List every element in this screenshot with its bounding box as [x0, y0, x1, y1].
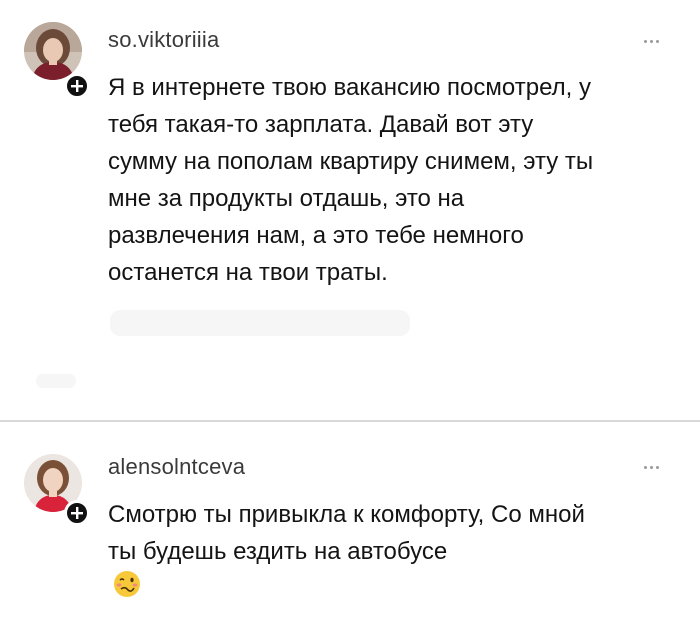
more-dot	[650, 40, 653, 43]
plus-icon	[71, 80, 83, 92]
divider	[0, 420, 700, 422]
avatar[interactable]	[24, 22, 82, 80]
blurred-area	[36, 374, 76, 388]
plus-icon	[71, 507, 83, 519]
comment-text: Смотрю ты привыкла к комфорту, Со мной т…	[108, 501, 585, 565]
more-options-button[interactable]	[644, 466, 659, 469]
woozy-face-emoji-icon	[114, 571, 140, 597]
comment-text: Я в интернете твою вакансию посмотрел, у…	[108, 74, 594, 286]
username[interactable]: so.viktoriiia	[108, 27, 219, 53]
more-dot	[656, 466, 659, 469]
blurred-area	[110, 310, 410, 336]
more-options-button[interactable]	[644, 40, 659, 43]
follow-button[interactable]	[64, 73, 90, 99]
more-dot	[656, 40, 659, 43]
comment-item: so.viktoriiia Я в интернете твою ваканси…	[0, 0, 700, 420]
more-dot	[644, 466, 647, 469]
profile-photo-icon	[24, 22, 82, 80]
username[interactable]: alensolntceva	[108, 454, 245, 480]
comment-item: alensolntceva Смотрю ты привыкла к комфо…	[0, 424, 700, 621]
more-dot	[644, 40, 647, 43]
more-dot	[650, 466, 653, 469]
follow-button[interactable]	[64, 500, 90, 526]
